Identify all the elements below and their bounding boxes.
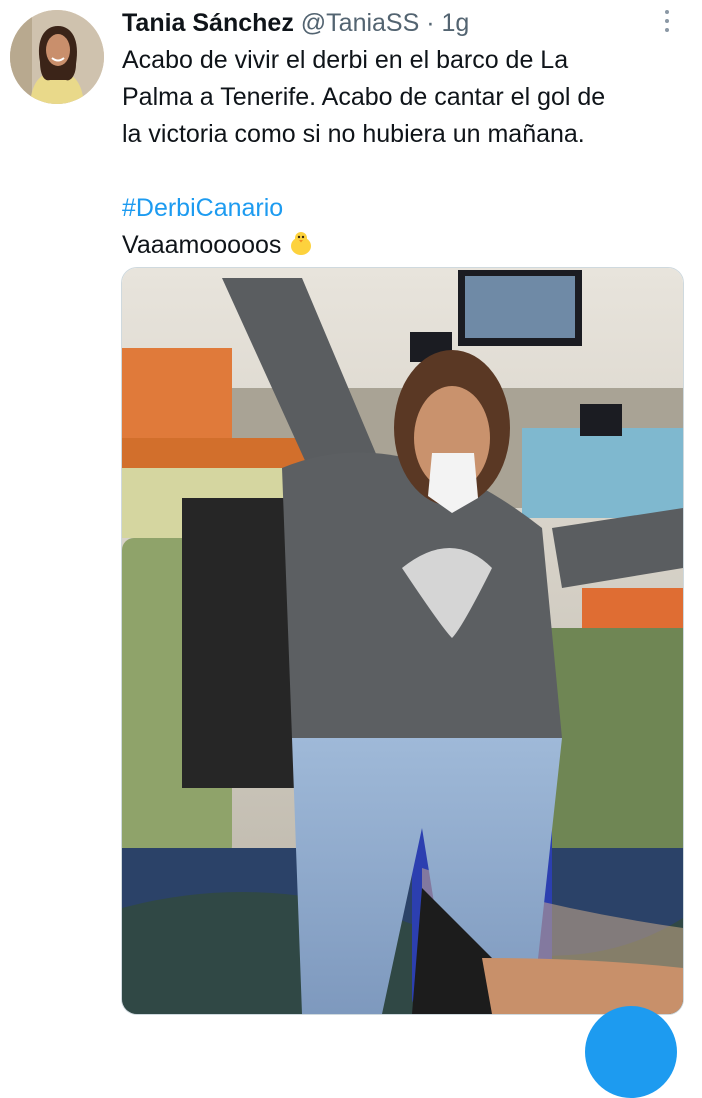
tweet-header: Tania Sánchez @TaniaSS · 1g [122,6,469,40]
separator-dot: · [426,9,435,37]
ferry-photo [122,268,683,1014]
hashtag-link[interactable]: #DerbiCanario [122,190,682,227]
tweet-text-line: la victoria como si no hubiera un mañana… [122,120,585,148]
closing-line: Vaaamooooos [122,227,682,268]
avatar-image [10,10,104,104]
tweet-text-line: Palma a Tenerife. Acabo de cantar el gol… [122,83,606,111]
closing-text: Vaaamooooos [122,231,282,259]
timestamp[interactable]: 1g [442,9,470,37]
tweet-photo[interactable] [121,267,684,1015]
tweet-text-line: Acabo de vivir el derbi en el barco de L… [122,46,569,74]
more-options-icon[interactable] [650,6,684,36]
display-name[interactable]: Tania Sánchez [122,9,294,37]
baby-chick-emoji [287,229,315,268]
avatar[interactable] [10,10,104,104]
compose-button[interactable] [585,1006,677,1098]
tweet-text: Acabo de vivir el derbi en el barco de L… [122,42,682,268]
user-handle[interactable]: @TaniaSS [301,9,420,37]
